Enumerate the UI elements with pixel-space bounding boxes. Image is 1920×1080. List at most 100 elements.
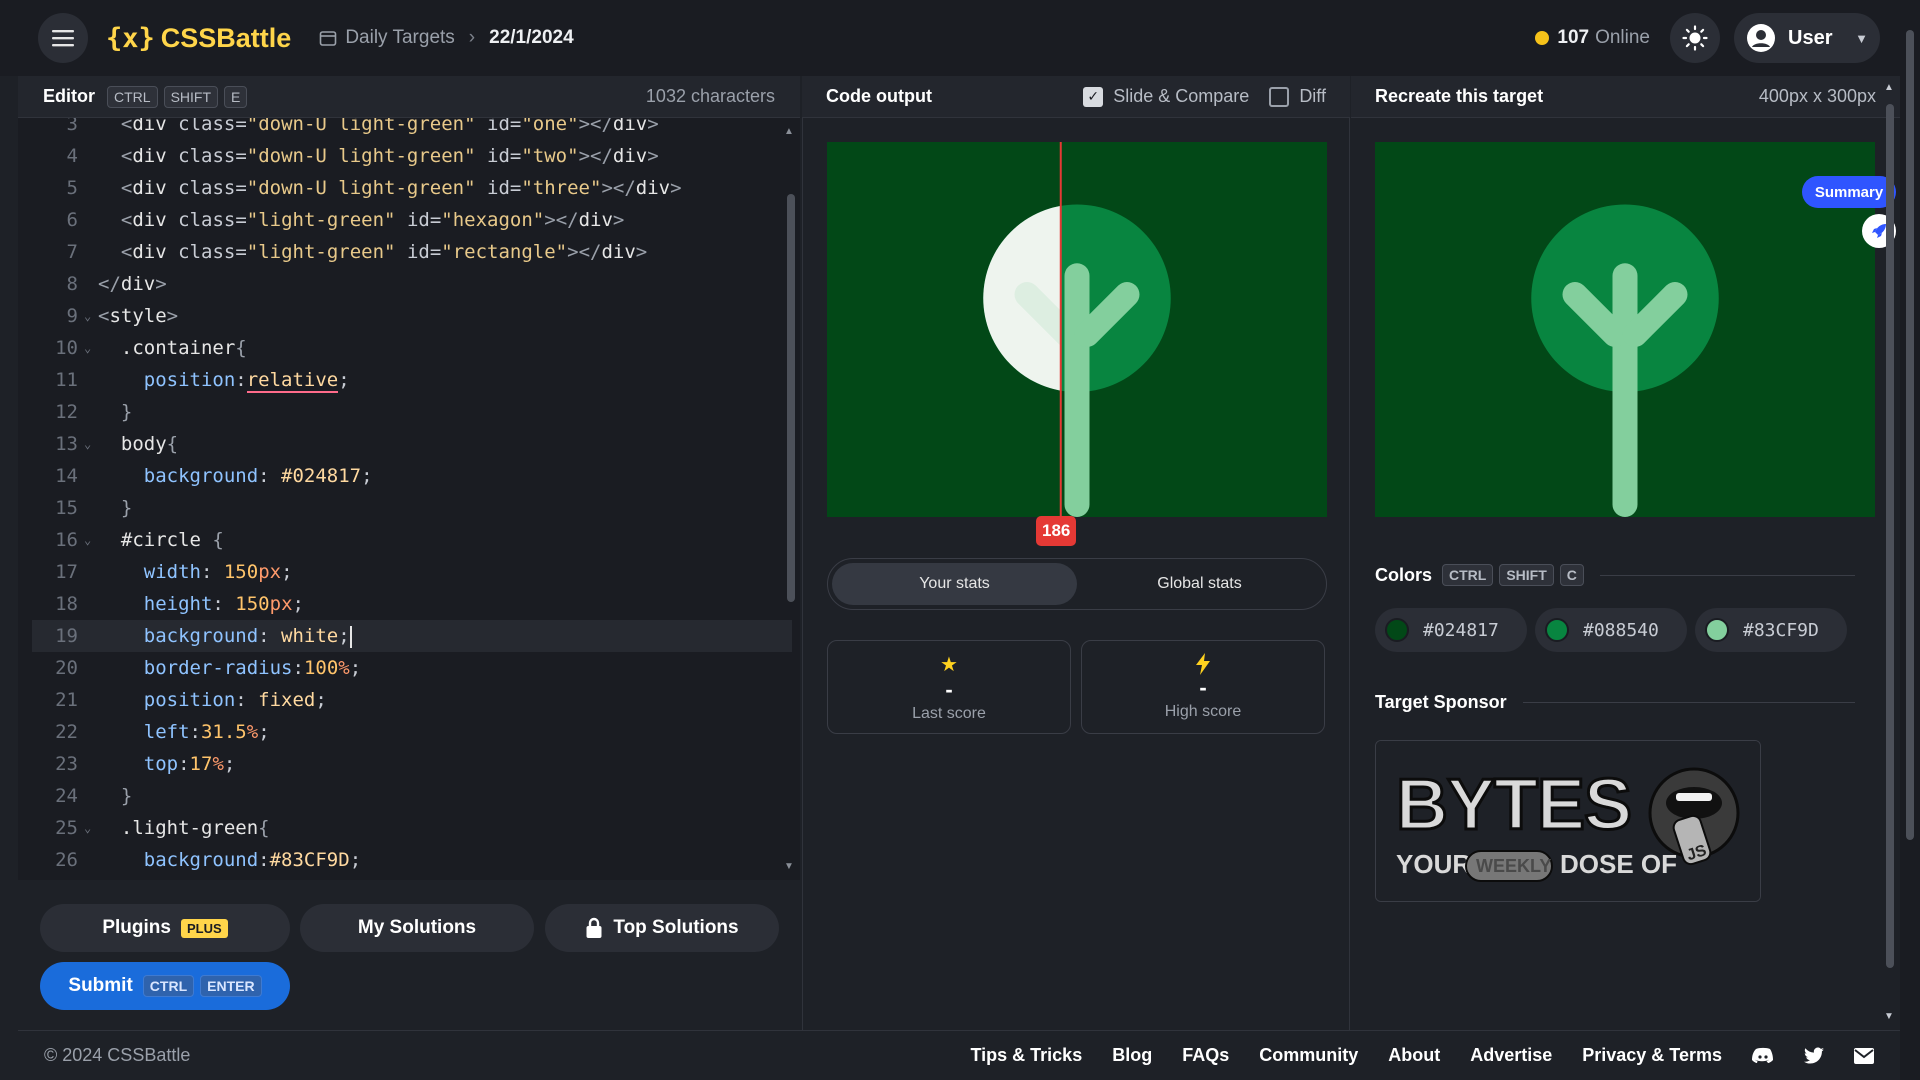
- discord-icon[interactable]: [1752, 1047, 1774, 1065]
- code-text[interactable]: position: fixed;: [98, 684, 327, 716]
- checkbox-unchecked-icon[interactable]: [1269, 86, 1290, 107]
- footer-link-advertise[interactable]: Advertise: [1470, 1045, 1552, 1066]
- fold-chevron-icon[interactable]: ⌄: [84, 300, 98, 332]
- code-text[interactable]: width: 150px;: [98, 556, 293, 588]
- breadcrumb-daily-targets[interactable]: Daily Targets: [345, 27, 454, 49]
- code-line[interactable]: 13 ⌄ body{: [32, 428, 792, 460]
- diff-toggle[interactable]: Diff: [1269, 86, 1326, 107]
- code-line[interactable]: 4 <div class="down-U light-green" id="tw…: [32, 140, 792, 172]
- footer-link-community[interactable]: Community: [1259, 1045, 1358, 1066]
- code-text[interactable]: <div class="down-U light-green" id="two"…: [98, 140, 659, 172]
- code-text[interactable]: <style>: [98, 300, 178, 332]
- code-line[interactable]: 11 position:relative;: [32, 364, 792, 396]
- code-line[interactable]: 26 background:#83CF9D;: [32, 844, 792, 876]
- page-scroll-thumb[interactable]: [1906, 30, 1914, 840]
- footer-link-faqs[interactable]: FAQs: [1182, 1045, 1229, 1066]
- theme-toggle-button[interactable]: [1670, 13, 1720, 63]
- code-text[interactable]: }: [98, 780, 132, 812]
- color-swatch[interactable]: #83CF9D: [1695, 608, 1847, 652]
- footer-link-blog[interactable]: Blog: [1112, 1045, 1152, 1066]
- submit-button[interactable]: Submit CTRL ENTER: [40, 962, 290, 1010]
- code-line[interactable]: 7 <div class="light-green" id="rectangle…: [32, 236, 792, 268]
- sponsor-banner[interactable]: BYTES JS YOUR WEEKLY DOSE OF: [1375, 740, 1761, 902]
- scroll-down-icon[interactable]: ▼: [784, 861, 794, 872]
- target-image[interactable]: [1375, 142, 1875, 517]
- editor-scroll-thumb[interactable]: [787, 194, 795, 602]
- line-number: 23: [55, 753, 78, 775]
- user-menu-button[interactable]: User ▼: [1734, 13, 1880, 63]
- code-text[interactable]: <div class="down-U light-green" id="one"…: [98, 118, 659, 140]
- slider-position-badge[interactable]: 186: [1036, 516, 1077, 546]
- code-line[interactable]: 25 ⌄ .light-green{: [32, 812, 792, 844]
- code-line[interactable]: 15 }: [32, 492, 792, 524]
- code-line[interactable]: 23 top:17%;: [32, 748, 792, 780]
- code-text[interactable]: position:relative;: [98, 364, 350, 396]
- code-text[interactable]: .container{: [98, 332, 247, 364]
- code-line[interactable]: 5 <div class="down-U light-green" id="th…: [32, 172, 792, 204]
- code-line[interactable]: 24 }: [32, 780, 792, 812]
- content-scrollbar[interactable]: ▲ ▼: [1882, 82, 1898, 1022]
- code-line[interactable]: 22 left:31.5%;: [32, 716, 792, 748]
- color-swatch[interactable]: #088540: [1535, 608, 1687, 652]
- code-text[interactable]: <div class="down-U light-green" id="thre…: [98, 172, 682, 204]
- code-line[interactable]: 9 ⌄ <style>: [32, 300, 792, 332]
- page-scrollbar[interactable]: [1900, 0, 1920, 1080]
- plugins-button[interactable]: Plugins PLUS: [40, 904, 290, 952]
- code-text[interactable]: }: [98, 396, 132, 428]
- code-text[interactable]: height: 150px;: [98, 588, 304, 620]
- code-line[interactable]: 14 background: #024817;: [32, 460, 792, 492]
- footer-link-privacy[interactable]: Privacy & Terms: [1582, 1045, 1722, 1066]
- tab-global-stats[interactable]: Global stats: [1077, 563, 1322, 605]
- code-text[interactable]: background: white;: [98, 620, 352, 652]
- code-text[interactable]: top:17%;: [98, 748, 236, 780]
- code-line[interactable]: 3 <div class="down-U light-green" id="on…: [32, 118, 792, 140]
- code-line[interactable]: 6 <div class="light-green" id="hexagon">…: [32, 204, 792, 236]
- content-scroll-thumb[interactable]: [1886, 104, 1894, 968]
- checkbox-checked-icon[interactable]: ✓: [1083, 86, 1104, 107]
- code-line[interactable]: 20 border-radius:100%;: [32, 652, 792, 684]
- code-output-canvas[interactable]: [827, 142, 1327, 517]
- code-line[interactable]: 18 height: 150px;: [32, 588, 792, 620]
- mail-icon[interactable]: [1854, 1047, 1874, 1064]
- code-line[interactable]: 19 background: white;: [32, 620, 792, 652]
- fold-chevron-icon[interactable]: ⌄: [84, 524, 98, 556]
- code-editor[interactable]: 3 <div class="down-U light-green" id="on…: [18, 118, 800, 880]
- code-text[interactable]: </div>: [98, 268, 167, 300]
- code-line[interactable]: 17 width: 150px;: [32, 556, 792, 588]
- code-line[interactable]: 16 ⌄ #circle {: [32, 524, 792, 556]
- output-render: [827, 142, 1327, 517]
- scroll-up-icon[interactable]: ▲: [784, 126, 794, 137]
- fold-chevron-icon[interactable]: ⌄: [84, 332, 98, 364]
- code-text[interactable]: #circle {: [98, 524, 224, 556]
- fold-chevron-icon[interactable]: ⌄: [84, 428, 98, 460]
- code-lines[interactable]: 3 <div class="down-U light-green" id="on…: [32, 118, 792, 876]
- editor-scrollbar[interactable]: ▲ ▼: [784, 126, 796, 872]
- code-text[interactable]: .light-green{: [98, 812, 270, 844]
- fold-chevron-icon[interactable]: ⌄: [84, 812, 98, 844]
- code-text[interactable]: background: #024817;: [98, 460, 373, 492]
- cssbattle-logo[interactable]: {x} CSSBattle: [106, 23, 291, 54]
- twitter-icon[interactable]: [1804, 1046, 1824, 1065]
- code-text[interactable]: <div class="light-green" id="hexagon"></…: [98, 204, 624, 236]
- tab-your-stats[interactable]: Your stats: [832, 563, 1077, 605]
- top-solutions-button[interactable]: Top Solutions: [545, 904, 779, 952]
- code-line[interactable]: 10 ⌄ .container{: [32, 332, 792, 364]
- code-line[interactable]: 21 position: fixed;: [32, 684, 792, 716]
- code-text[interactable]: body{: [98, 428, 178, 460]
- code-text[interactable]: left:31.5%;: [98, 716, 270, 748]
- code-text[interactable]: <div class="light-green" id="rectangle">…: [98, 236, 647, 268]
- color-swatch[interactable]: #024817: [1375, 608, 1527, 652]
- code-line[interactable]: 8 </div>: [32, 268, 792, 300]
- code-text[interactable]: }: [98, 492, 132, 524]
- footer-link-about[interactable]: About: [1388, 1045, 1440, 1066]
- code-text[interactable]: border-radius:100%;: [98, 652, 361, 684]
- scroll-up-icon[interactable]: ▲: [1884, 82, 1894, 93]
- scroll-down-icon[interactable]: ▼: [1884, 1011, 1894, 1022]
- menu-button[interactable]: [38, 13, 88, 63]
- footer-link-tips[interactable]: Tips & Tricks: [970, 1045, 1082, 1066]
- my-solutions-button[interactable]: My Solutions: [300, 904, 534, 952]
- code-text[interactable]: background:#83CF9D;: [98, 844, 361, 876]
- code-line[interactable]: 12 }: [32, 396, 792, 428]
- slide-compare-toggle[interactable]: ✓ Slide & Compare: [1083, 86, 1249, 107]
- user-label: User: [1788, 26, 1833, 49]
